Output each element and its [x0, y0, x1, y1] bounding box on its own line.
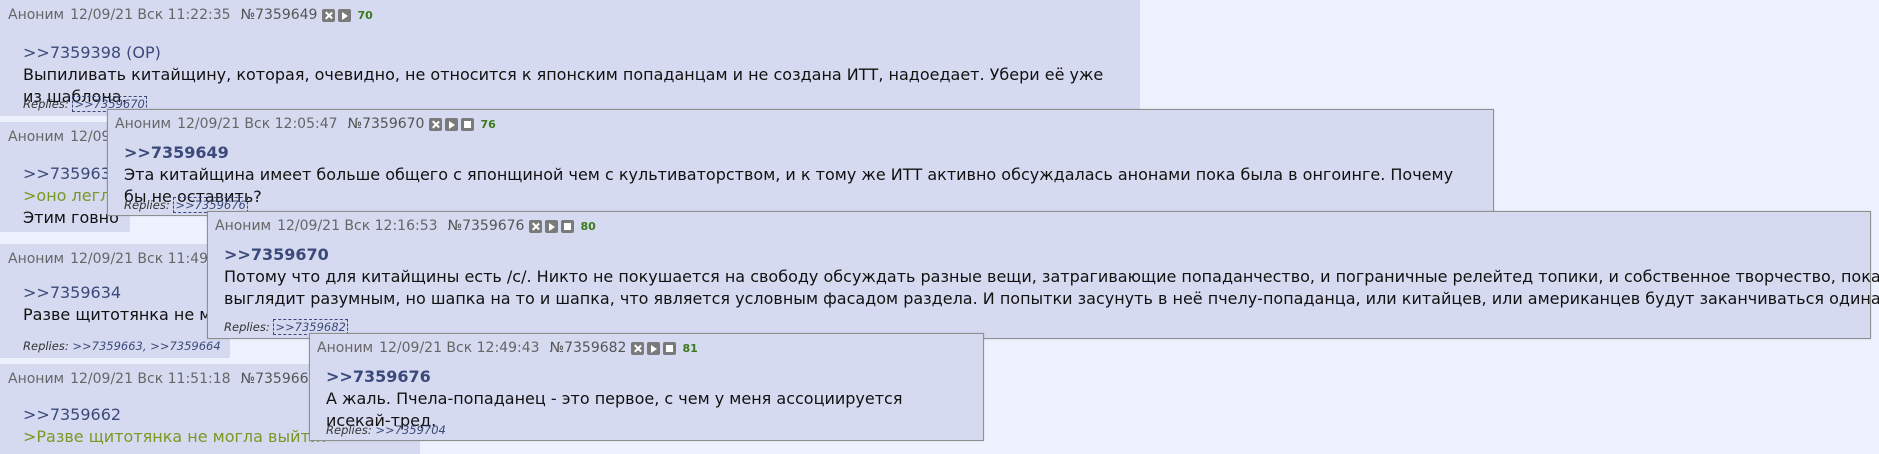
hide-icon[interactable]	[631, 341, 645, 355]
post-header: Аноним 12/09/21 Вск 11:49:	[8, 251, 223, 267]
post-header: Аноним 12/09/21 Вск 11:22:35 №7359649 70	[8, 7, 373, 23]
post-text: Разве щитотянка не мог	[23, 305, 230, 324]
post-background-3: Аноним 12/09/21 Вск 11:49: >>7359634 Раз…	[0, 244, 230, 358]
post-date: 12/09/21 Вск 12:05:47	[177, 116, 338, 132]
hide-icon[interactable]	[429, 117, 443, 131]
post-header: Аноним 12/09/21 Вск 11:51:18 №7359663	[8, 371, 322, 387]
post-counter: 70	[357, 8, 373, 22]
post-text: Выпиливать китайщину, которая, очевидно,…	[23, 65, 1104, 106]
replies-row: Replies: >>7359704	[326, 423, 446, 437]
play-icon[interactable]	[647, 341, 661, 355]
post-date: 12/09/21 Вск 12:49:43	[379, 340, 540, 356]
hide-icon[interactable]	[322, 8, 336, 22]
stop-icon[interactable]	[561, 219, 575, 233]
post-date: 12/09/21 Вск 12:16:53	[277, 218, 438, 234]
poster-name: Аноним	[115, 116, 172, 132]
post-text-line-1: Потому что для китайщины есть /c/. Никто…	[224, 267, 1879, 286]
replies-label: Replies:	[326, 423, 372, 437]
replies-label: Replies:	[23, 339, 69, 353]
play-icon[interactable]	[338, 8, 352, 22]
reply-link[interactable]: >>7359670	[224, 244, 1856, 266]
poster-name: Аноним	[215, 218, 272, 234]
post-body: >>7359662 >Разве щитотянка не могла выйт…	[23, 404, 329, 448]
post-text-line-2: выглядит разумным, но шапка на то и шапк…	[224, 289, 1879, 308]
poster-name: Аноним	[8, 371, 65, 387]
post-text: Эта китайщина имеет больше общего с япон…	[124, 165, 1454, 206]
post-header: Аноним 12/09/21 Вск 12:16:53 №7359676 80	[215, 218, 596, 234]
reply-link[interactable]: >>7359676	[326, 366, 969, 388]
post-number-link[interactable]: №7359670	[348, 116, 425, 132]
greentext-quote: >оно легло	[23, 186, 121, 205]
post-number-link[interactable]: №7359663	[241, 371, 318, 387]
replies-row: Replies: >>7359682	[224, 319, 348, 335]
post-counter: 81	[682, 341, 698, 355]
play-icon[interactable]	[445, 117, 459, 131]
poster-name: Аноним	[8, 7, 65, 23]
stop-icon[interactable]	[461, 117, 475, 131]
post-date: 12/09/21 Вск 11:49:	[70, 251, 213, 267]
post-body: >>7359634 Разве щитотянка не мог	[23, 282, 230, 326]
post-7359649: Аноним 12/09/21 Вск 11:22:35 №7359649 70…	[0, 0, 1140, 116]
reply-link[interactable]: >>7359398 (OP)	[23, 42, 1125, 64]
replies-label: Replies:	[124, 198, 170, 212]
post-date: 12/09/21 Вск 11:22:35	[70, 7, 231, 23]
post-counter: 80	[580, 219, 596, 233]
popup-post-7359670: Аноним 12/09/21 Вск 12:05:47 №7359670 76…	[107, 109, 1494, 216]
post-number-link[interactable]: №7359649	[241, 7, 318, 23]
post-number-link[interactable]: №7359682	[550, 340, 627, 356]
hide-icon[interactable]	[529, 219, 543, 233]
post-date: 12/09/21 Вск 11:51:18	[70, 371, 231, 387]
post-number-link[interactable]: №7359676	[448, 218, 525, 234]
post-header: Аноним 12/09/21 Вск 12:49:43 №7359682 81	[317, 340, 698, 356]
post-body: >>7359649 Эта китайщина имеет больше общ…	[124, 142, 1479, 208]
replies-label: Replies:	[224, 320, 270, 334]
post-body: >>735963 >оно легло Этим говно	[23, 163, 120, 229]
post-text: Этим говно	[23, 208, 119, 227]
play-icon[interactable]	[545, 219, 559, 233]
reply-link[interactable]: >>7359649	[124, 142, 1479, 164]
post-body: >>7359398 (OP) Выпиливать китайщину, кот…	[23, 42, 1125, 108]
reply-link[interactable]: >>7359634	[23, 282, 230, 304]
replies-label: Replies:	[23, 97, 69, 111]
poster-name: Аноним	[8, 251, 65, 267]
reply-backlink[interactable]: >>7359704	[375, 423, 446, 437]
poster-name: Аноним	[8, 129, 65, 145]
replies-row: Replies: >>7359663, >>7359664	[23, 339, 221, 353]
popup-post-7359676: Аноним 12/09/21 Вск 12:16:53 №7359676 80…	[207, 211, 1879, 339]
reply-backlink[interactable]: >>7359663,	[72, 339, 146, 353]
popup-post-7359682: Аноним 12/09/21 Вск 12:49:43 №7359682 81…	[309, 333, 984, 441]
poster-name: Аноним	[317, 340, 374, 356]
post-header: Аноним 12/09/21 Вск 12:05:47 №7359670 76	[115, 116, 496, 132]
reply-link[interactable]: >>735963	[23, 163, 120, 185]
reply-backlink[interactable]: >>7359664	[150, 339, 221, 353]
stop-icon[interactable]	[663, 341, 677, 355]
reply-link[interactable]: >>7359662	[23, 404, 329, 426]
post-body: >>7359670 Потому что для китайщины есть …	[224, 244, 1879, 310]
post-counter: 76	[480, 117, 496, 131]
replies-row: Replies: >>7359676	[124, 197, 248, 213]
greentext-quote: >Разве щитотянка не могла выйти?	[23, 427, 329, 446]
